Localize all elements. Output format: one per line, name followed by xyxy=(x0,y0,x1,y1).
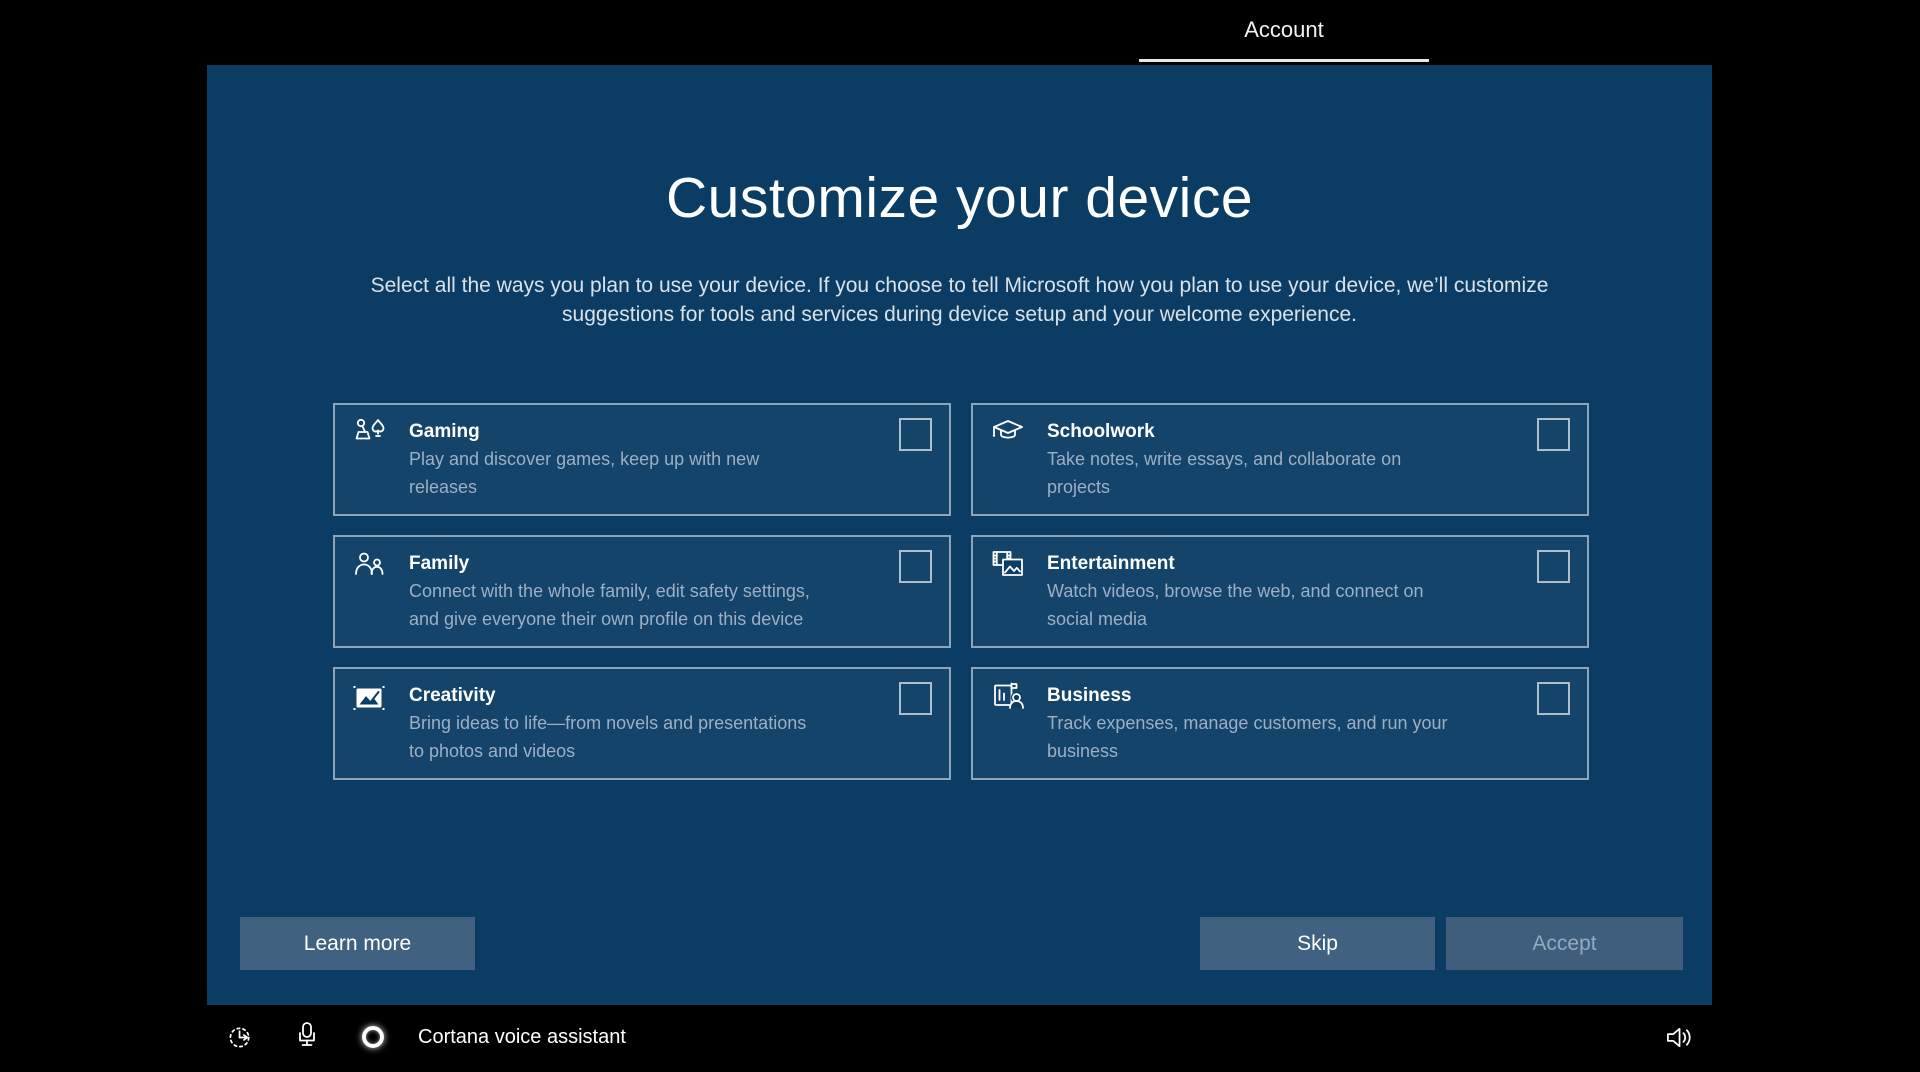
card-gaming[interactable]: Gaming Play and discover games, keep up … xyxy=(333,403,951,516)
graduation-cap-icon xyxy=(990,416,1026,452)
card-description: Play and discover games, keep up with ne… xyxy=(409,445,839,501)
family-icon xyxy=(352,548,388,584)
family-checkbox[interactable] xyxy=(899,550,932,583)
gaming-checkbox[interactable] xyxy=(899,418,932,451)
photo-icon xyxy=(352,680,388,716)
card-description: Track expenses, manage customers, and ru… xyxy=(1047,709,1477,765)
chart-person-icon xyxy=(990,680,1026,716)
learn-more-button[interactable]: Learn more xyxy=(240,917,475,970)
page-subtitle: Select all the ways you plan to use your… xyxy=(350,271,1570,329)
oobe-screen: { "colors": { "panel": "#0b3d64", "butto… xyxy=(0,0,1920,1072)
setup-panel: Customize your device Select all the way… xyxy=(207,65,1712,1005)
card-schoolwork[interactable]: Schoolwork Take notes, write essays, and… xyxy=(971,403,1589,516)
accept-button[interactable]: Accept xyxy=(1446,917,1683,970)
speaker-icon[interactable] xyxy=(1665,1024,1698,1051)
gaming-icon xyxy=(352,416,388,452)
card-description: Take notes, write essays, and collaborat… xyxy=(1047,445,1477,501)
card-description: Connect with the whole family, edit safe… xyxy=(409,577,839,633)
card-description: Watch videos, browse the web, and connec… xyxy=(1047,577,1477,633)
card-description: Bring ideas to life—from novels and pres… xyxy=(409,709,839,765)
card-title: Schoolwork xyxy=(1047,419,1477,445)
card-title: Entertainment xyxy=(1047,551,1477,577)
card-title: Creativity xyxy=(409,683,839,709)
card-business[interactable]: Business Track expenses, manage customer… xyxy=(971,667,1589,780)
card-title: Family xyxy=(409,551,839,577)
entertainment-checkbox[interactable] xyxy=(1537,550,1570,583)
card-creativity[interactable]: Creativity Bring ideas to life—from nove… xyxy=(333,667,951,780)
schoolwork-checkbox[interactable] xyxy=(1537,418,1570,451)
media-icon xyxy=(990,548,1026,584)
business-checkbox[interactable] xyxy=(1537,682,1570,715)
timer-arrow-icon[interactable] xyxy=(227,1024,254,1051)
microphone-icon[interactable] xyxy=(294,1021,320,1053)
card-title: Business xyxy=(1047,683,1477,709)
card-entertainment[interactable]: Entertainment Watch videos, browse the w… xyxy=(971,535,1589,648)
cortana-ring-icon[interactable] xyxy=(362,1026,384,1048)
card-family[interactable]: Family Connect with the whole family, ed… xyxy=(333,535,951,648)
skip-button[interactable]: Skip xyxy=(1200,917,1435,970)
creativity-checkbox[interactable] xyxy=(899,682,932,715)
tab-account: Account xyxy=(1139,0,1429,62)
page-title: Customize your device xyxy=(207,165,1712,231)
card-title: Gaming xyxy=(409,419,839,445)
cortana-label: Cortana voice assistant xyxy=(418,1026,626,1048)
options-grid: Gaming Play and discover games, keep up … xyxy=(333,403,1589,780)
